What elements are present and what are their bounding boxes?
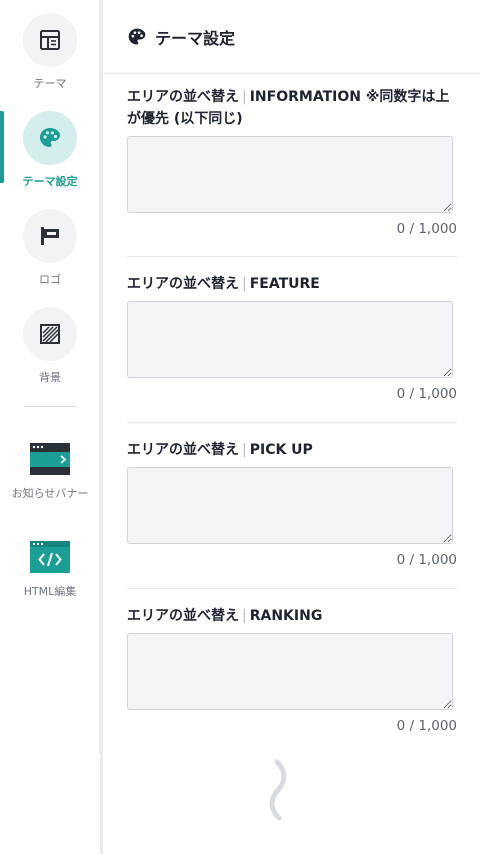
information-order-input[interactable] <box>127 136 453 213</box>
ranking-order-input[interactable] <box>127 633 453 710</box>
label-separator: | <box>242 442 247 458</box>
feature-order-input[interactable] <box>127 301 453 378</box>
sort-section-pickup: エリアの並べ替え | PICK UP 0 / 1,000 <box>127 439 457 568</box>
sidebar-item-label: お知らせバナー <box>11 487 89 500</box>
sidebar: テーマ テーマ設定 ロゴ 背景 お知らせバナー HTML編集 <box>0 0 100 754</box>
sidebar-item-theme-settings-button[interactable] <box>23 111 77 165</box>
section-divider <box>127 588 457 589</box>
field-label-text: エリアの並べ替え <box>127 276 239 292</box>
palette-icon <box>40 128 60 147</box>
field-area-name: RANKING <box>249 608 323 624</box>
field-label: エリアの並べ替え | INFORMATION ※同数字は上が優先 (以下同じ) <box>127 86 457 130</box>
sort-section-ranking: エリアの並べ替え | RANKING 0 / 1,000 <box>127 605 457 734</box>
theme-settings-panel: テーマ設定 エリアの並べ替え | INFORMATION ※同数字は上が優先 (以下… <box>103 0 480 854</box>
field-label: エリアの並べ替え | FEATURE <box>127 273 457 295</box>
field-label: エリアの並べ替え | RANKING <box>127 605 457 627</box>
sidebar-item-html-edit[interactable]: HTML編集 <box>0 541 100 599</box>
char-counter: 0 / 1,000 <box>396 221 457 237</box>
char-counter: 0 / 1,000 <box>396 552 457 568</box>
field-label-text: エリアの並べ替え <box>127 608 239 624</box>
field-area-name: PICK UP <box>249 442 313 458</box>
sidebar-item-theme[interactable]: テーマ <box>0 13 100 103</box>
sidebar-item-theme-button[interactable] <box>23 13 77 67</box>
label-separator: | <box>242 89 247 105</box>
sidebar-item-theme-settings[interactable]: テーマ設定 <box>0 111 100 201</box>
sidebar-item-label: 背景 <box>39 371 61 384</box>
loading-spinner-icon <box>263 758 293 826</box>
section-divider <box>127 422 457 423</box>
sort-section-feature: エリアの並べ替え | FEATURE 0 / 1,000 <box>127 273 457 402</box>
sidebar-item-notice-banner[interactable]: お知らせバナー <box>0 443 100 501</box>
section-divider <box>127 256 457 257</box>
label-separator: | <box>242 608 247 624</box>
sidebar-item-label: テーマ <box>33 77 67 90</box>
pattern-icon <box>40 324 60 344</box>
sidebar-item-background[interactable]: 背景 <box>0 307 100 397</box>
field-label-text: エリアの並べ替え <box>127 442 239 458</box>
sidebar-divider <box>24 406 77 407</box>
field-label-text: エリアの並べ替え <box>127 89 239 105</box>
code-window-icon <box>30 541 70 573</box>
palette-icon <box>128 28 146 44</box>
sidebar-item-label: HTML編集 <box>23 585 77 598</box>
sidebar-item-background-button[interactable] <box>23 307 77 361</box>
sidebar-item-logo-button[interactable] <box>23 209 77 263</box>
page-title: テーマ設定 <box>155 28 236 48</box>
panel-header: テーマ設定 <box>103 0 480 74</box>
flag-sign-icon <box>41 227 59 245</box>
sort-section-information: エリアの並べ替え | INFORMATION ※同数字は上が優先 (以下同じ) 0 … <box>127 86 457 237</box>
char-counter: 0 / 1,000 <box>396 386 457 402</box>
sidebar-item-logo[interactable]: ロゴ <box>0 209 100 299</box>
layout-icon <box>40 30 60 50</box>
sidebar-item-label: テーマ設定 <box>22 175 78 188</box>
label-separator: | <box>242 276 247 292</box>
field-label: エリアの並べ替え | PICK UP <box>127 439 457 461</box>
pickup-order-input[interactable] <box>127 467 453 544</box>
sidebar-item-label: ロゴ <box>39 273 61 286</box>
char-counter: 0 / 1,000 <box>396 718 457 734</box>
notice-banner-icon <box>30 443 70 475</box>
field-area-name: FEATURE <box>249 276 320 292</box>
